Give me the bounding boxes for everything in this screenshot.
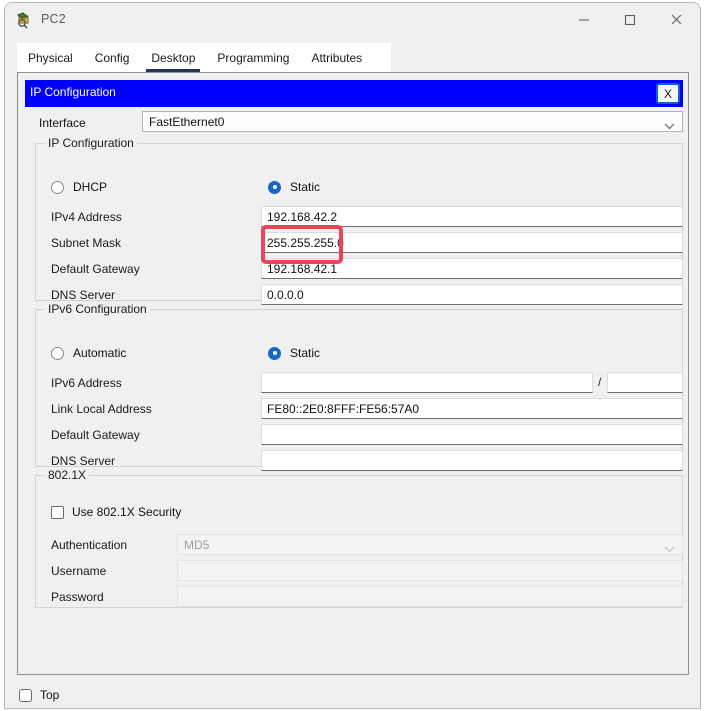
ipv4-dns-server-label: DNS Server [51,288,115,302]
radio-static-ipv4-label: Static [290,180,320,194]
ipv4-address-input[interactable]: 192.168.42.2 [261,206,683,227]
checkbox-indicator [51,506,64,519]
use-dot1x-security-label: Use 802.1X Security [72,505,181,519]
radio-automatic-indicator [51,347,64,360]
subnet-mask-label: Subnet Mask [51,236,121,250]
use-dot1x-security-checkbox[interactable]: Use 802.1X Security [51,505,181,519]
ip-config-title: IP Configuration [30,85,116,99]
authentication-label: Authentication [51,538,127,552]
tab-config[interactable]: Config [84,43,141,72]
radio-static-ipv6-indicator [268,347,281,360]
tab-config-label: Config [95,51,130,65]
radio-dhcp-label: DHCP [73,180,107,194]
ipv6-default-gateway-input[interactable] [261,424,683,445]
checkbox-indicator [19,689,32,702]
ipv6-default-gateway-label: Default Gateway [51,428,140,442]
interface-value: FastEthernet0 [149,115,224,129]
interface-select[interactable]: FastEthernet0 [142,111,683,132]
chevron-down-icon [664,542,675,556]
top-checkbox[interactable]: Top [19,688,59,702]
ipv4-default-gateway-label: Default Gateway [51,262,140,276]
radio-dhcp-indicator [51,181,64,194]
tab-physical-label: Physical [28,51,73,65]
desktop-tab-panel: IP Configuration X Interface FastEtherne… [17,72,689,675]
close-icon[interactable] [653,3,699,36]
ipv6-address-input[interactable] [261,372,593,393]
tab-programming[interactable]: Programming [206,43,300,72]
maximize-icon[interactable] [607,3,653,36]
tab-desktop-label: Desktop [151,51,195,65]
username-input[interactable] [177,560,683,581]
tab-physical[interactable]: Physical [17,43,84,72]
ipv6-prefix-input[interactable] [607,372,683,393]
ipv6-address-label: IPv6 Address [51,376,122,390]
dot1x-group-title: 802.1X [45,468,89,482]
minimize-icon[interactable] [561,3,607,36]
username-label: Username [51,564,106,578]
tab-programming-label: Programming [217,51,289,65]
radio-static-ipv6[interactable]: Static [268,346,320,360]
pc-window: PC2 Physical Config Desktop [4,2,701,709]
ipv4-dns-server-input[interactable]: 0.0.0.0 [261,284,683,305]
packet-tracer-icon [17,12,34,29]
authentication-value: MD5 [184,538,209,552]
tab-attributes-label: Attributes [311,51,362,65]
link-local-address-label: Link Local Address [51,402,152,416]
ipv6-prefix-separator: / [598,375,601,389]
tab-strip: Physical Config Desktop Programming Attr… [17,43,391,72]
tab-desktop[interactable]: Desktop [140,43,206,72]
radio-static-ipv4[interactable]: Static [268,180,320,194]
password-label: Password [51,590,104,604]
window-title: PC2 [41,12,66,26]
ip-config-titlebar: IP Configuration X [25,80,683,107]
subnet-mask-input[interactable]: 255.255.255.0 [261,232,683,253]
titlebar: PC2 [5,3,700,37]
ip-configuration-window: IP Configuration X Interface FastEtherne… [25,80,683,654]
password-input[interactable] [177,586,683,607]
ipv6-dns-server-label: DNS Server [51,454,115,468]
radio-automatic-label: Automatic [73,346,126,360]
ipv6-group-title: IPv6 Configuration [45,302,150,316]
top-checkbox-label: Top [40,688,59,702]
ipv6-dns-server-input[interactable] [261,450,683,471]
authentication-select[interactable]: MD5 [177,534,683,555]
radio-dhcp[interactable]: DHCP [51,180,107,194]
radio-static-ipv4-indicator [268,181,281,194]
link-local-address-input[interactable]: FE80::2E0:8FFF:FE56:57A0 [261,398,683,419]
ip-config-close-button[interactable]: X [656,83,680,104]
ipv4-address-label: IPv4 Address [51,210,122,224]
chevron-down-icon [664,119,675,133]
radio-automatic[interactable]: Automatic [51,346,126,360]
tab-attributes[interactable]: Attributes [300,43,373,72]
radio-static-ipv6-label: Static [290,346,320,360]
ipv4-default-gateway-input[interactable]: 192.168.42.1 [261,258,683,279]
interface-label: Interface [39,116,86,130]
ipv4-group-title: IP Configuration [45,136,137,150]
